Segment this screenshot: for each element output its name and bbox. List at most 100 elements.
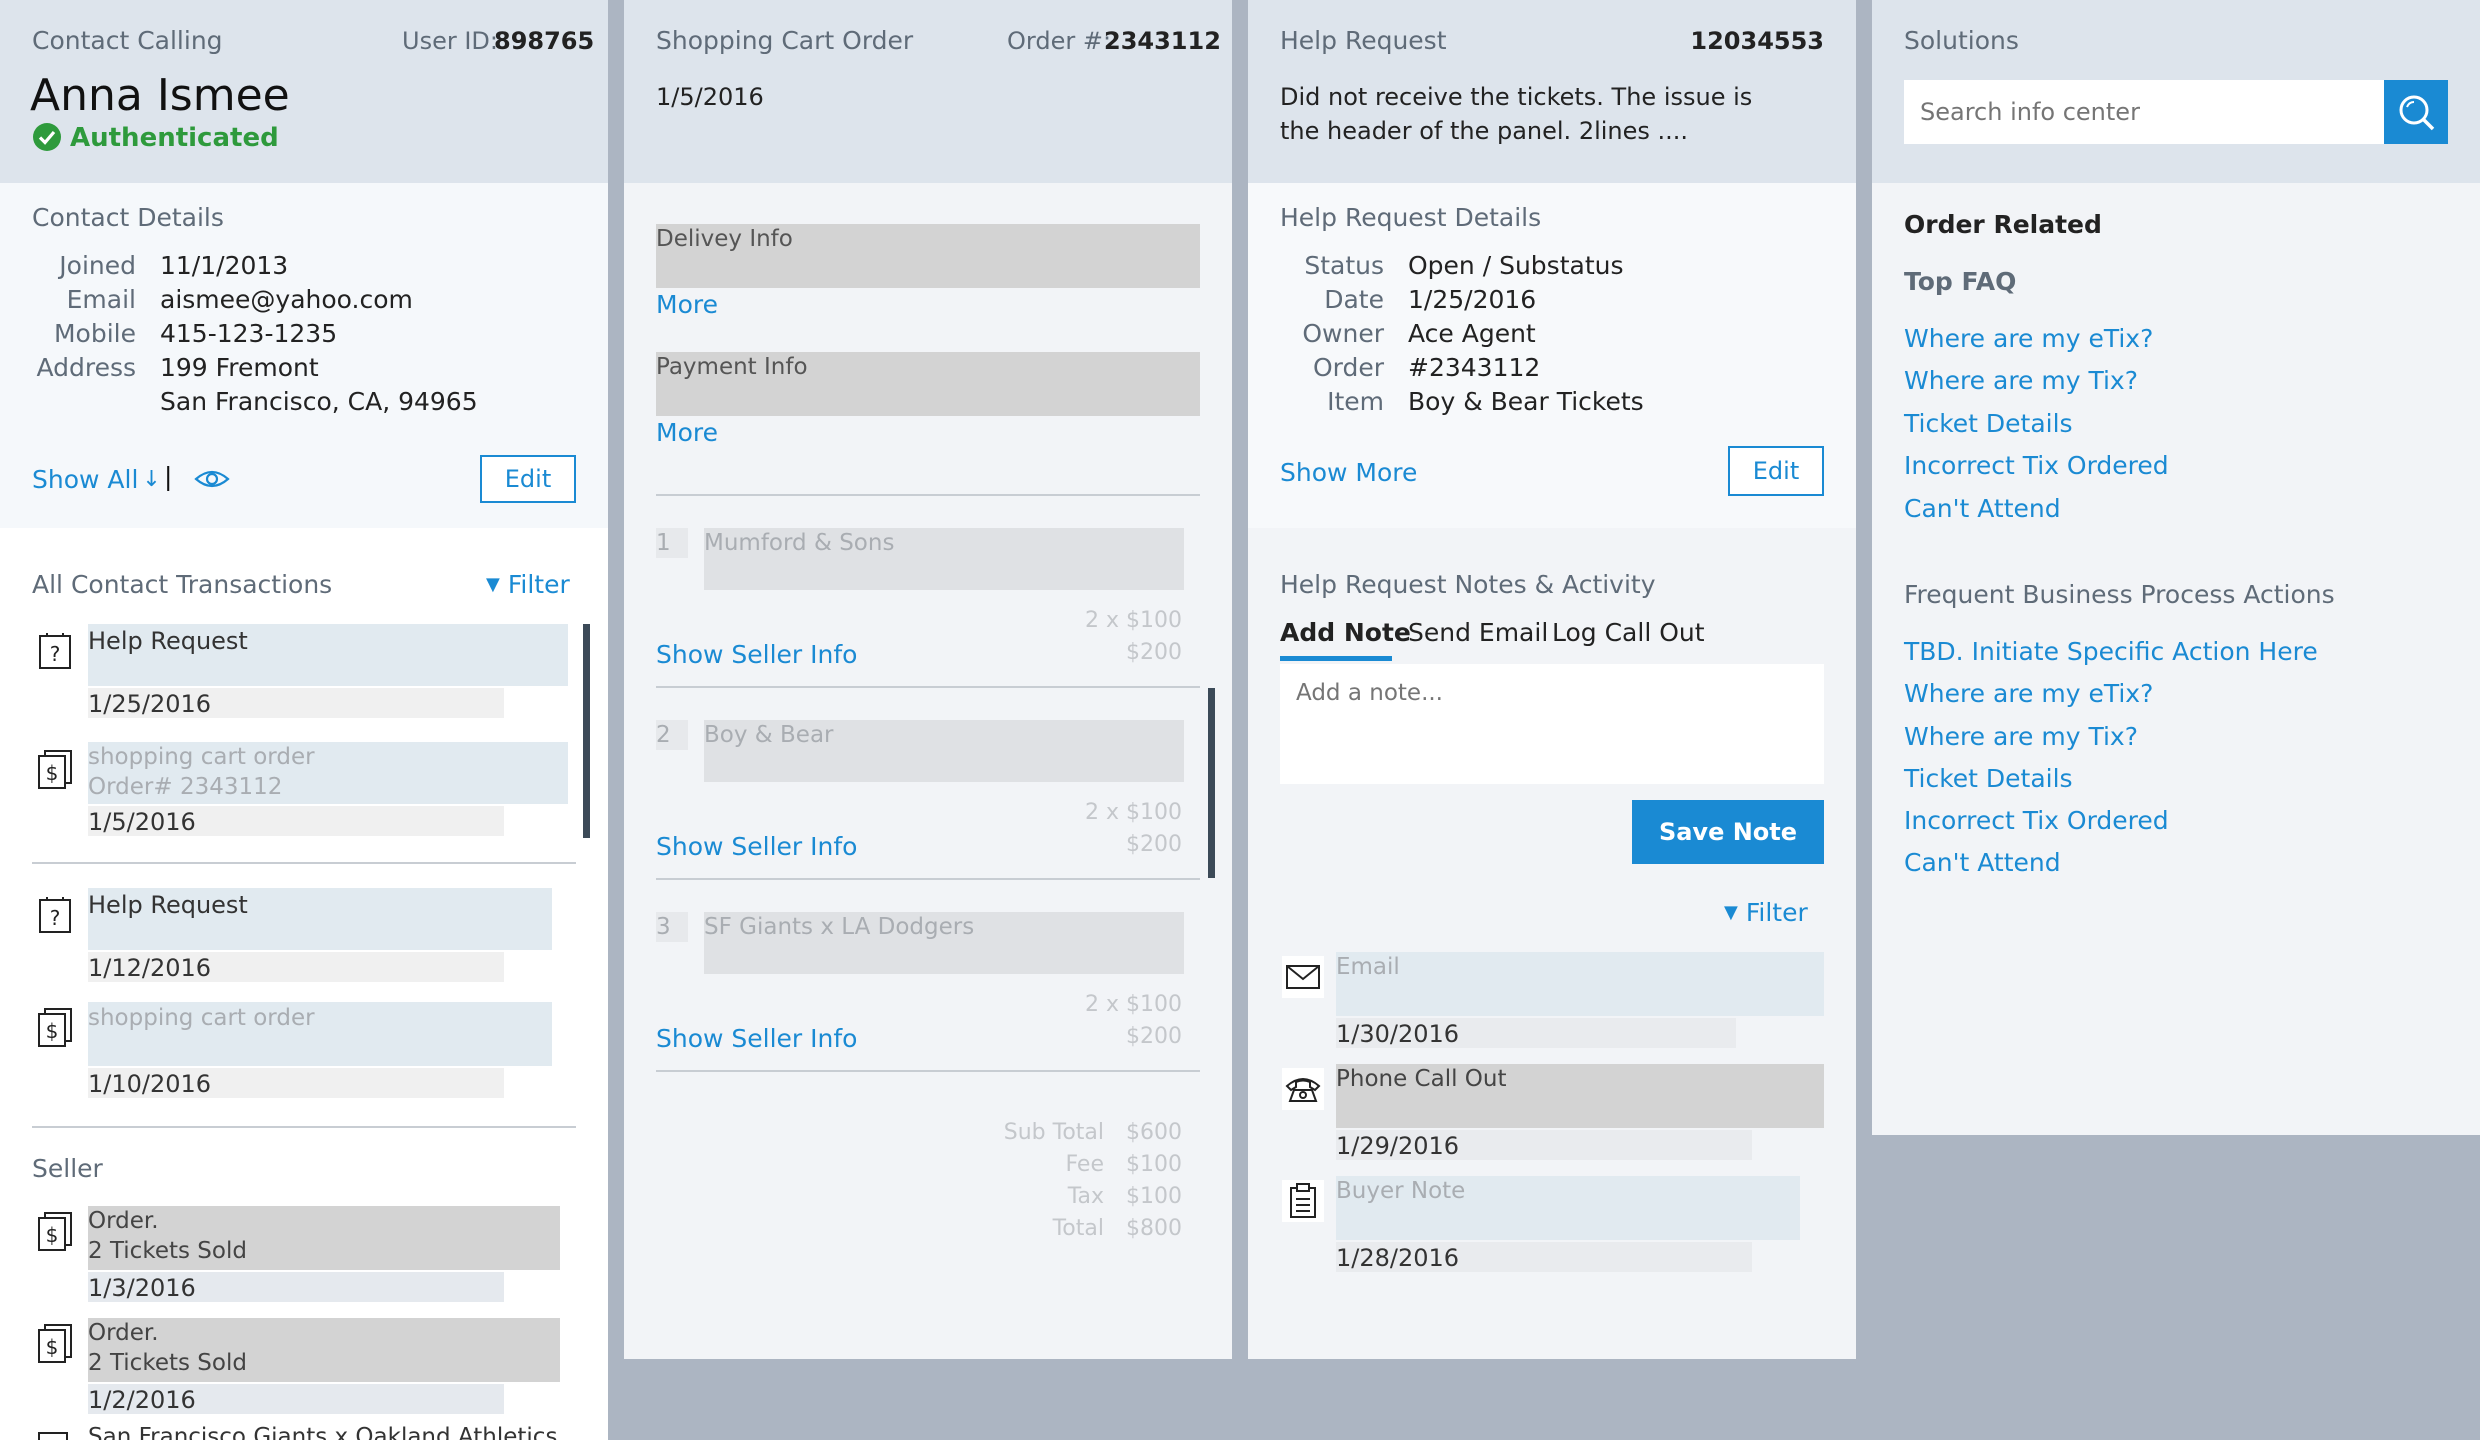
seller-line1-2[interactable]: Order. <box>88 1320 159 1346</box>
action-link-3[interactable]: Where are my Tix? <box>1904 722 2138 751</box>
item-name-2: Boy & Bear <box>704 722 834 748</box>
filter-triangle-icon: ▼ <box>486 574 500 595</box>
fee-value: $100 <box>1126 1152 1182 1177</box>
tax-label: Tax <box>1067 1184 1104 1209</box>
help-ticket-icon: ? <box>34 630 76 672</box>
tx-subtitle-2: Order# 2343112 <box>88 774 283 800</box>
action-link-2[interactable]: Where are my eTix? <box>1904 679 2153 708</box>
faq-link-5[interactable]: Can't Attend <box>1904 494 2061 523</box>
detail-value-email: aismee@yahoo.com <box>160 285 413 314</box>
help-value-order: #2343112 <box>1408 353 1541 382</box>
tx-divider-2 <box>32 1126 576 1128</box>
cart-date: 1/5/2016 <box>656 83 764 111</box>
faq-link-4[interactable]: Incorrect Tix Ordered <box>1904 451 2169 480</box>
action-link-1[interactable]: TBD. Initiate Specific Action Here <box>1904 637 2318 666</box>
clipboard-icon <box>1282 1180 1324 1222</box>
action-link-5[interactable]: Incorrect Tix Ordered <box>1904 806 2169 835</box>
activity-type-2[interactable]: Phone Call Out <box>1336 1066 1507 1092</box>
solutions-panel: Solutions Order Related Top FAQ Where ar… <box>1872 0 2480 1135</box>
action-link-4[interactable]: Ticket Details <box>1904 764 2073 793</box>
help-request-id: 12034553 <box>1690 27 1824 55</box>
activity-filter[interactable]: ▼ Filter <box>1724 898 1808 927</box>
check-circle-icon <box>32 122 62 152</box>
contact-edit-button[interactable]: Edit <box>480 455 576 503</box>
activity-filter-label: Filter <box>1745 898 1808 927</box>
save-note-button[interactable]: Save Note <box>1632 800 1824 864</box>
show-seller-link-3[interactable]: Show Seller Info <box>656 1024 857 1053</box>
seller-title: Seller <box>32 1154 103 1183</box>
note-textarea[interactable] <box>1280 664 1824 784</box>
help-label-item: Item <box>1327 387 1384 416</box>
help-edit-button[interactable]: Edit <box>1728 446 1824 496</box>
tx-title-1[interactable]: Help Request <box>88 627 248 655</box>
cart-panel-title: Shopping Cart Order <box>656 26 914 55</box>
subtotal-value: $600 <box>1126 1120 1182 1145</box>
help-value-item: Boy & Bear Tickets <box>1408 387 1644 416</box>
frequent-actions-title: Frequent Business Process Actions <box>1904 580 2335 609</box>
arrow-down-icon: ↓ <box>142 467 161 492</box>
fee-label: Fee <box>1065 1152 1104 1177</box>
envelope-icon <box>1282 956 1324 998</box>
show-seller-link-1[interactable]: Show Seller Info <box>656 640 857 669</box>
transactions-scrollbar[interactable] <box>583 624 590 838</box>
action-link-6[interactable]: Can't Attend <box>1904 848 2061 877</box>
faq-link-2[interactable]: Where are my Tix? <box>1904 366 2138 395</box>
item-divider-1 <box>656 686 1200 688</box>
help-ticket-icon: ? <box>34 894 76 936</box>
delivery-more-link[interactable]: More <box>656 290 718 319</box>
svg-text:$: $ <box>46 1223 59 1247</box>
item-name-3: SF Giants x LA Dodgers <box>704 914 975 940</box>
cart-divider-top <box>656 494 1200 496</box>
dollar-receipt-icon: $ <box>34 748 76 790</box>
faq-link-3[interactable]: Ticket Details <box>1904 409 2073 438</box>
tab-add-note[interactable]: Add Note <box>1280 618 1411 647</box>
item-divider-2 <box>656 878 1200 880</box>
help-value-date: 1/25/2016 <box>1408 285 1537 314</box>
user-id-value: 898765 <box>494 27 595 55</box>
activity-type-1[interactable]: Email <box>1336 954 1400 980</box>
auth-status: Authenticated <box>70 123 279 153</box>
separator: | <box>164 462 173 491</box>
total-value: $800 <box>1126 1216 1182 1241</box>
order-related-title: Order Related <box>1904 210 2102 239</box>
item-price-2: $200 <box>1126 832 1182 857</box>
dollar-receipt-icon: $ <box>34 1322 76 1364</box>
filter-triangle-icon: ▼ <box>1724 902 1738 923</box>
help-panel: Help Request 12034553 Did not receive th… <box>1248 0 1856 1359</box>
tx-title-4[interactable]: shopping cart order <box>88 1005 315 1031</box>
tab-active-underline <box>1280 656 1392 661</box>
search-button[interactable] <box>2384 80 2448 144</box>
payment-info-label: Payment Info <box>656 354 808 380</box>
seller-line1-1[interactable]: Order. <box>88 1208 159 1234</box>
item-qty-1: 2 x $100 <box>1085 608 1182 633</box>
svg-text:$: $ <box>46 1335 59 1359</box>
transactions-filter[interactable]: ▼ Filter <box>486 570 570 599</box>
seller-cutoff-text: San Francisco Giants x Oakland Athletics <box>88 1424 558 1440</box>
delivery-info-label: Delivey Info <box>656 226 793 252</box>
seller-date-2: 1/2/2016 <box>88 1386 196 1414</box>
help-panel-title: Help Request <box>1280 26 1447 55</box>
activity-type-3[interactable]: Buyer Note <box>1336 1178 1465 1204</box>
tx-title-2[interactable]: shopping cart order <box>88 744 315 770</box>
total-label: Total <box>1052 1216 1104 1241</box>
tab-log-call-out[interactable]: Log Call Out <box>1552 618 1705 647</box>
help-label-owner: Owner <box>1302 319 1384 348</box>
tab-send-email[interactable]: Send Email <box>1408 618 1548 647</box>
cart-scrollbar[interactable] <box>1208 688 1215 878</box>
contact-panel: Contact Calling User ID: 898765 Anna Ism… <box>0 0 608 1440</box>
detail-value-mobile: 415-123-1235 <box>160 319 338 348</box>
show-seller-link-2[interactable]: Show Seller Info <box>656 832 857 861</box>
solutions-panel-title: Solutions <box>1904 26 2019 55</box>
tx-title-3[interactable]: Help Request <box>88 891 248 919</box>
faq-link-1[interactable]: Where are my eTix? <box>1904 324 2153 353</box>
search-input[interactable] <box>1904 80 2384 144</box>
eye-icon[interactable] <box>194 466 230 492</box>
payment-more-link[interactable]: More <box>656 418 718 447</box>
detail-value-joined: 11/1/2013 <box>160 251 289 280</box>
dollar-receipt-icon: $ <box>34 1210 76 1252</box>
contact-name: Anna Ismee <box>30 70 290 121</box>
help-value-status: Open / Substatus <box>1408 251 1624 280</box>
detail-label-address: Address <box>36 353 136 382</box>
show-all-link[interactable]: Show All ↓ <box>32 465 161 494</box>
show-more-link[interactable]: Show More <box>1280 458 1417 487</box>
